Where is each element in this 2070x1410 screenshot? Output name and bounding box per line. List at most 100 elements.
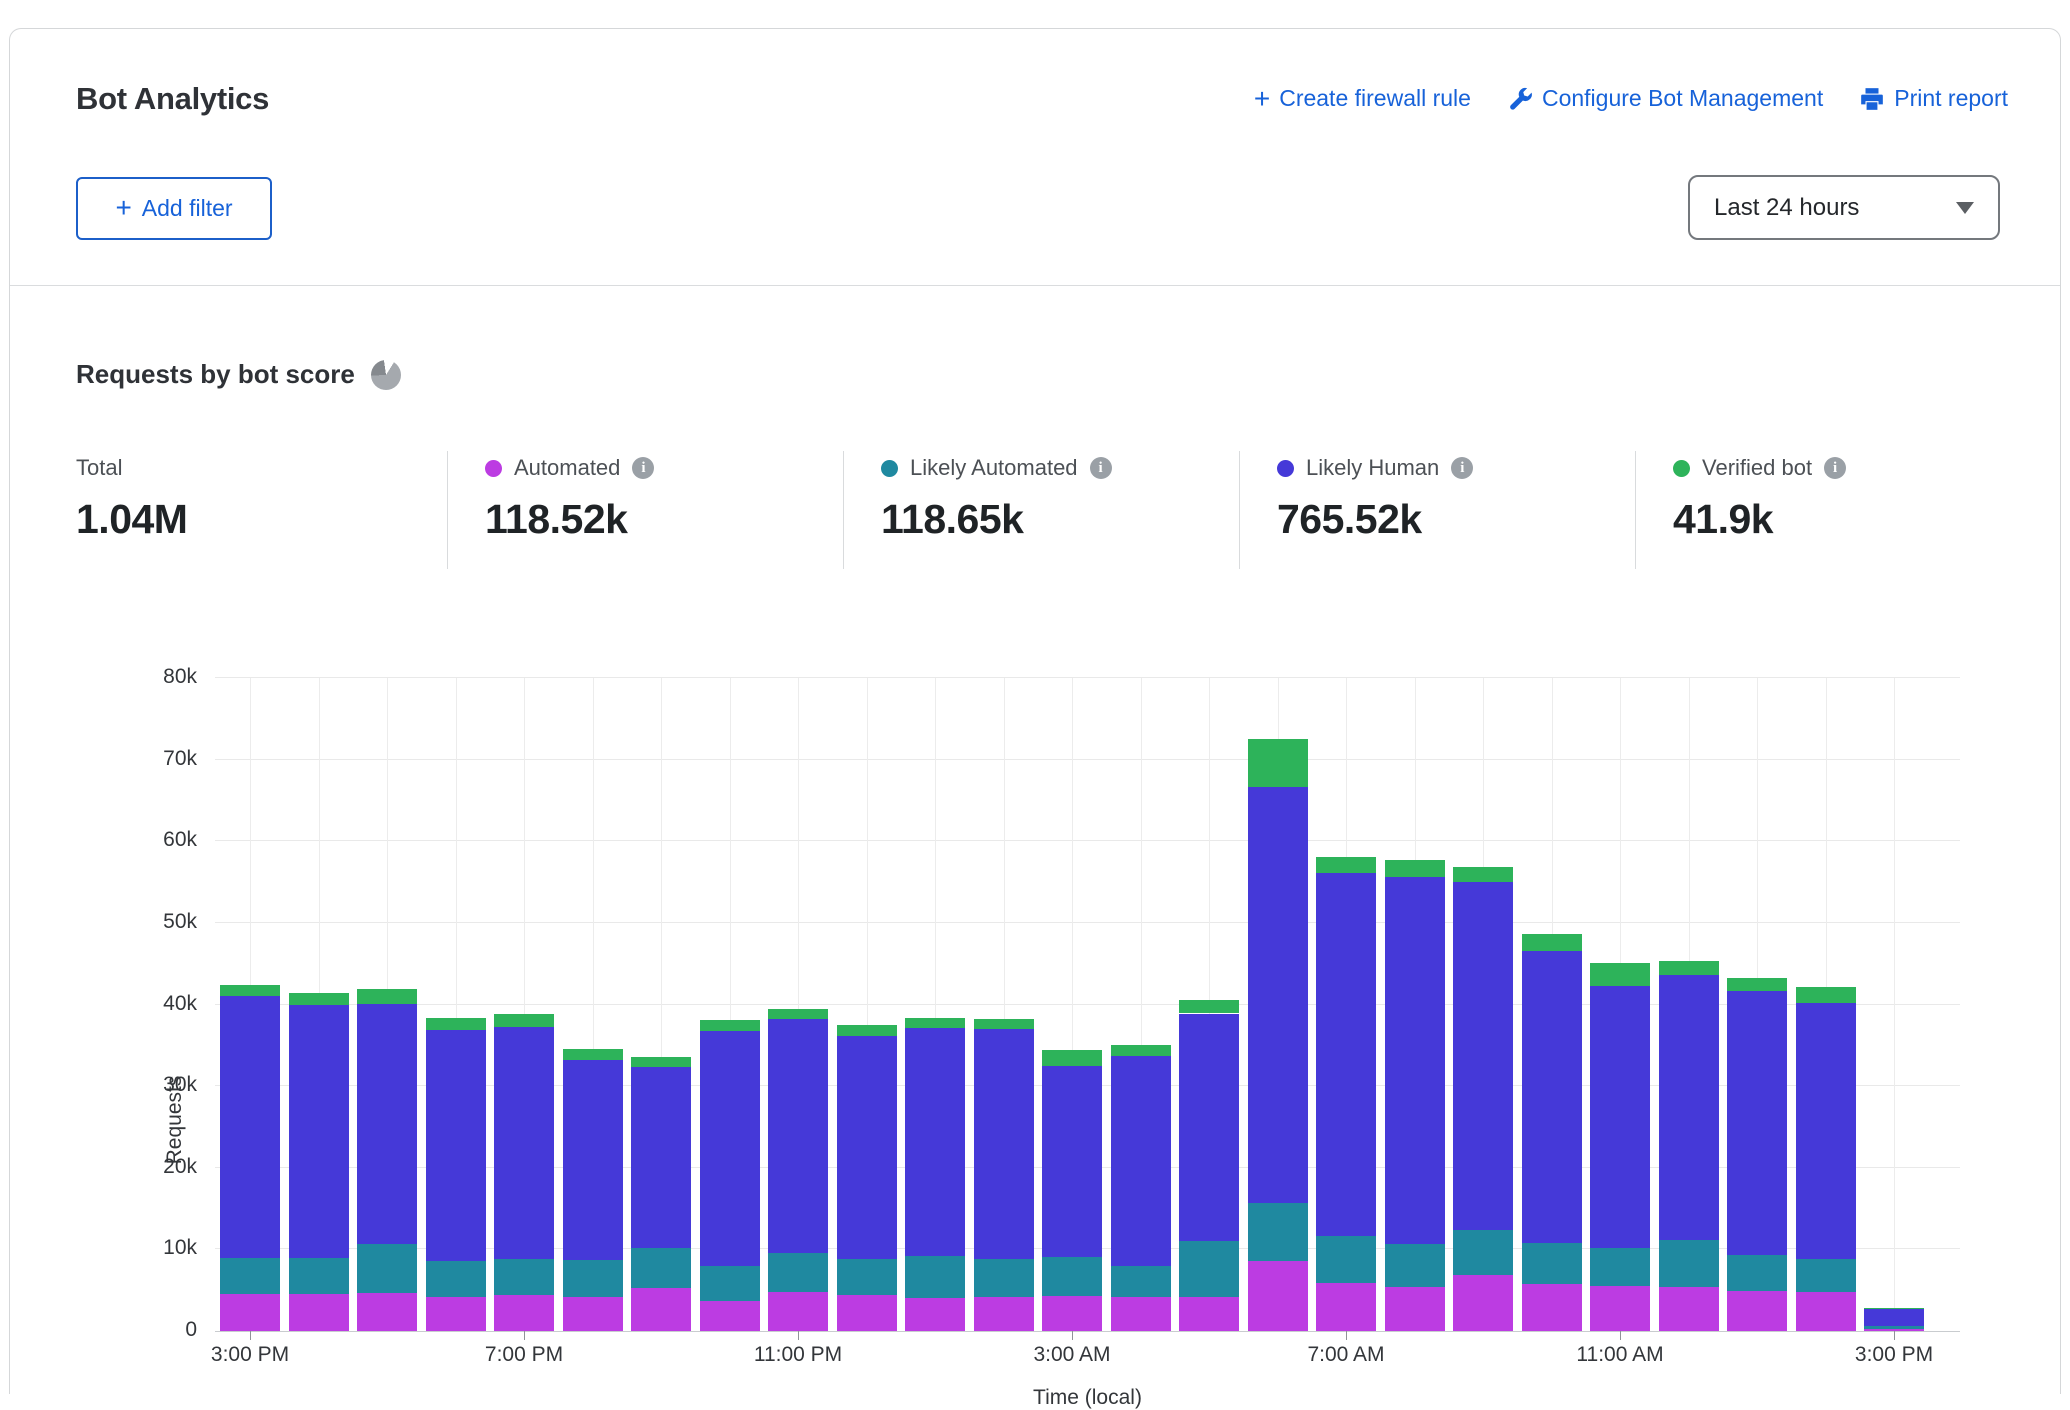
x-axis-tick: [524, 1331, 525, 1340]
bar-3-00-am[interactable]: [1042, 1050, 1102, 1331]
v-gridline: [1894, 678, 1895, 1331]
bar-7-00-am[interactable]: [1316, 857, 1376, 1331]
bar-segment-automated: [357, 1293, 417, 1331]
bar-segment-verified-bot: [426, 1018, 486, 1030]
bar-10-00-am[interactable]: [1522, 934, 1582, 1331]
bar-segment-automated: [631, 1288, 691, 1331]
add-filter-button[interactable]: + Add filter: [76, 177, 272, 240]
bar-10-00-pm[interactable]: [700, 1020, 760, 1331]
bar-1-00-am[interactable]: [905, 1018, 965, 1331]
configure-bot-management-link[interactable]: Configure Bot Management: [1507, 85, 1823, 112]
info-icon[interactable]: i: [632, 457, 654, 479]
stat-divider: [1635, 451, 1636, 569]
x-axis-title: Time (local): [215, 1386, 1960, 1410]
bar-segment-verified-bot: [905, 1018, 965, 1028]
y-axis-tick-label: 20k: [117, 1155, 197, 1179]
y-axis-tick-label: 60k: [117, 828, 197, 852]
time-range-dropdown[interactable]: Last 24 hours: [1688, 175, 2000, 240]
h-gridline: [215, 677, 1960, 678]
x-axis-tick: [1072, 1331, 1073, 1340]
bar-2-00-am[interactable]: [974, 1019, 1034, 1331]
stat-value: 118.65k: [881, 496, 1112, 543]
bar-3-00-pm[interactable]: [1864, 1308, 1924, 1331]
legend-stat-likely-automated[interactable]: Likely Automated i 118.65k: [881, 453, 1112, 543]
info-icon[interactable]: i: [1824, 457, 1846, 479]
bar-segment-verified-bot: [1042, 1050, 1102, 1066]
stat-value: 765.52k: [1277, 496, 1473, 543]
bar-segment-verified-bot: [1385, 860, 1445, 877]
stat-label: Likely Automated: [910, 455, 1078, 481]
bar-segment-likely-human: [357, 1004, 417, 1245]
bar-5-00-am[interactable]: [1179, 1000, 1239, 1331]
legend-stat-automated[interactable]: Automatedi118.52k: [485, 453, 654, 543]
bar-segment-likely-automated: [700, 1266, 760, 1301]
bar-segment-automated: [1316, 1283, 1376, 1331]
bar-segment-likely-human: [1248, 787, 1308, 1202]
bar-segment-likely-human: [768, 1019, 828, 1252]
legend-stat-likely-human[interactable]: Likely Humani765.52k: [1277, 453, 1473, 543]
stat-label: Total: [76, 455, 122, 481]
bar-segment-likely-automated: [289, 1258, 349, 1295]
bar-3-00-pm[interactable]: [220, 985, 280, 1331]
stat-divider: [843, 451, 844, 569]
info-icon[interactable]: i: [1090, 457, 1112, 479]
bar-12-00-pm[interactable]: [1659, 961, 1719, 1331]
bar-segment-verified-bot: [220, 985, 280, 996]
bar-4-00-pm[interactable]: [289, 993, 349, 1331]
bar-segment-likely-automated: [1042, 1257, 1102, 1296]
bar-segment-likely-human: [426, 1030, 486, 1261]
y-axis-tick-label: 70k: [117, 747, 197, 771]
header-actions: + Create firewall rule Configure Bot Man…: [1254, 85, 2008, 112]
bar-4-00-am[interactable]: [1111, 1045, 1171, 1331]
bar-segment-automated: [1590, 1286, 1650, 1331]
bar-segment-automated: [1248, 1261, 1308, 1331]
bar-segment-likely-automated: [1179, 1241, 1239, 1297]
bar-segment-likely-human: [220, 996, 280, 1259]
bar-11-00-am[interactable]: [1590, 963, 1650, 1331]
stat-value: 1.04M: [76, 496, 187, 543]
bar-11-00-pm[interactable]: [768, 1009, 828, 1331]
bar-9-00-am[interactable]: [1453, 867, 1513, 1331]
info-icon[interactable]: i: [1451, 457, 1473, 479]
bar-segment-likely-human: [1727, 991, 1787, 1255]
bar-segment-likely-human: [1385, 877, 1445, 1243]
legend-dot-icon: [1277, 460, 1294, 477]
bar-segment-automated: [494, 1295, 554, 1331]
bar-segment-automated: [1385, 1287, 1445, 1331]
bar-segment-verified-bot: [837, 1025, 897, 1036]
bar-6-00-pm[interactable]: [426, 1018, 486, 1331]
bar-6-00-am[interactable]: [1248, 739, 1308, 1331]
print-report-link[interactable]: Print report: [1859, 85, 2008, 112]
bar-1-00-pm[interactable]: [1727, 978, 1787, 1331]
legend-stat-verified-bot[interactable]: Verified boti41.9k: [1673, 453, 1846, 543]
section-title-row: Requests by bot score: [76, 359, 401, 390]
x-axis-tick-label: 3:00 AM: [992, 1343, 1152, 1367]
bar-segment-likely-human: [563, 1060, 623, 1260]
bar-7-00-pm[interactable]: [494, 1014, 554, 1331]
bar-segment-likely-human: [1453, 882, 1513, 1230]
bar-segment-likely-human: [1864, 1309, 1924, 1326]
bar-8-00-pm[interactable]: [563, 1049, 623, 1331]
y-axis-tick-label: 80k: [117, 665, 197, 689]
bar-segment-automated: [1727, 1291, 1787, 1331]
bar-segment-likely-automated: [494, 1259, 554, 1295]
bar-segment-likely-automated: [1727, 1255, 1787, 1291]
h-gridline: [215, 840, 1960, 841]
h-gridline: [215, 922, 1960, 923]
bar-segment-verified-bot: [289, 993, 349, 1005]
bar-12-00-am[interactable]: [837, 1025, 897, 1331]
x-axis-tick-label: 7:00 PM: [444, 1343, 604, 1367]
bar-8-00-am[interactable]: [1385, 860, 1445, 1331]
bar-5-00-pm[interactable]: [357, 989, 417, 1331]
bar-segment-verified-bot: [1111, 1045, 1171, 1055]
bar-9-00-pm[interactable]: [631, 1057, 691, 1331]
bar-segment-verified-bot: [974, 1019, 1034, 1029]
printer-icon: [1859, 86, 1885, 112]
wrench-icon: [1507, 86, 1533, 112]
bar-2-00-pm[interactable]: [1796, 987, 1856, 1331]
bar-segment-likely-automated: [1385, 1244, 1445, 1287]
create-firewall-rule-link[interactable]: + Create firewall rule: [1254, 85, 1471, 112]
bar-segment-verified-bot: [494, 1014, 554, 1027]
bar-segment-likely-automated: [1590, 1248, 1650, 1286]
bar-segment-automated: [1522, 1284, 1582, 1331]
